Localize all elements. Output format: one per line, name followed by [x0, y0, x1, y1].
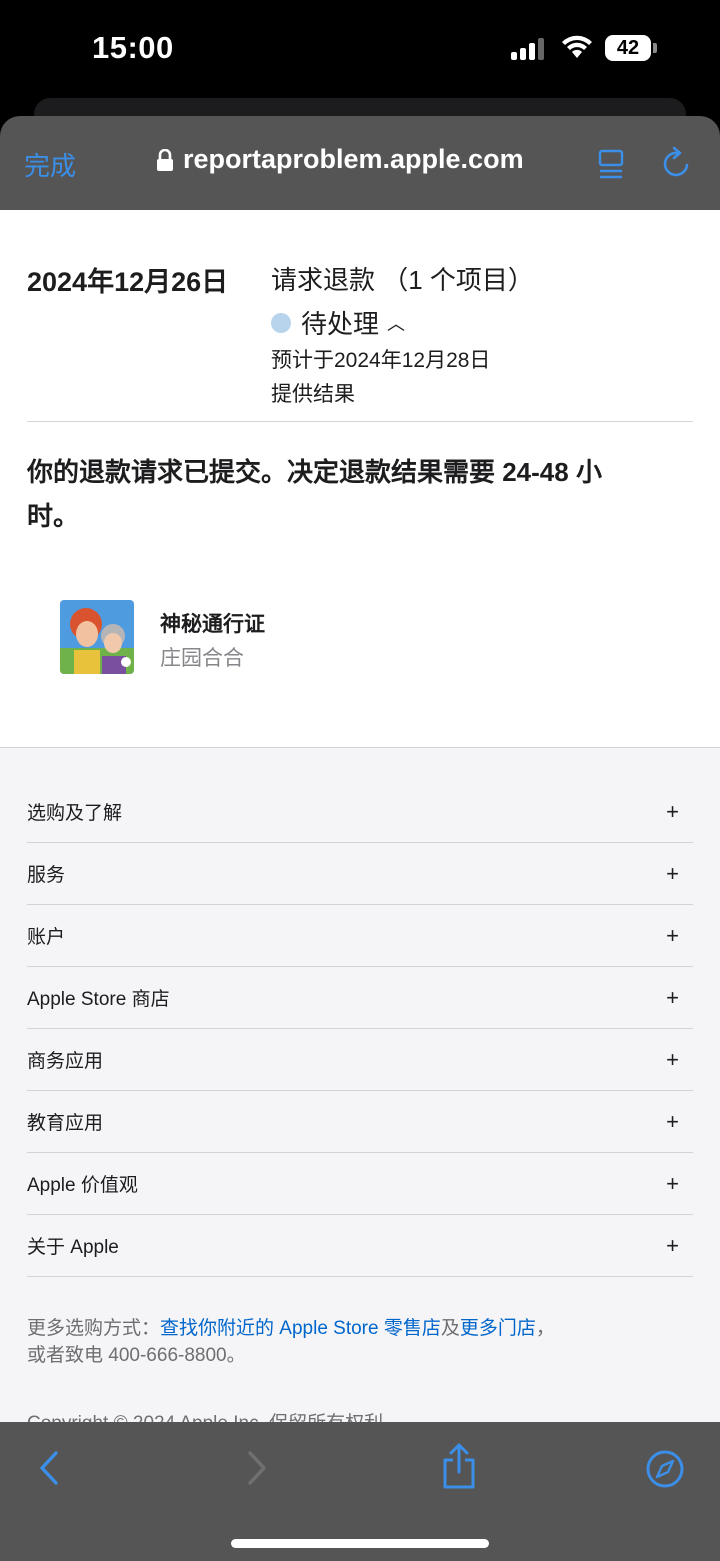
footer-nav-label: 选购及了解: [27, 803, 123, 824]
site-footer: 选购及了解 + 服务 + 账户 + Apple Store 商店 + 商务应用 + 教育应…: [0, 747, 720, 1422]
footer-nav-item[interactable]: 服务 +: [27, 843, 693, 905]
copyright: Copyright © 2024 Apple Inc. 保留所有权利。: [27, 1408, 402, 1422]
footer-nav-label: 账户: [27, 927, 66, 948]
refund-message: 你的退款请求已提交。决定退款结果需要 24-48 小时。: [27, 457, 602, 531]
footer-nav-item[interactable]: 选购及了解 +: [27, 781, 693, 843]
address-bar[interactable]: reportaproblem.apple.com: [156, 144, 524, 175]
forward-icon[interactable]: [244, 1450, 270, 1486]
page-content: 2024年12月26日 请求退款 （1 个项目） 待处理 ︿ 预计于2024年1…: [0, 210, 720, 1422]
reload-icon[interactable]: [660, 146, 694, 180]
more-stores-link[interactable]: 更多门店: [460, 1318, 536, 1339]
order-date: 2024年12月26日: [27, 267, 229, 297]
expected-result: 提供结果: [271, 383, 355, 406]
item-app-name: 庄园合合: [160, 647, 244, 670]
plus-icon: +: [666, 1046, 679, 1072]
footer-nav-item[interactable]: 教育应用 +: [27, 1091, 693, 1153]
status-time: 15:00: [92, 30, 174, 65]
more-suffix: ，: [535, 1318, 555, 1339]
plus-icon: +: [666, 860, 679, 886]
plus-icon: +: [666, 984, 679, 1010]
phone-line: 或者致电 400-666-8800。: [27, 1345, 246, 1366]
battery-tip: [653, 43, 657, 53]
footer-nav-item[interactable]: Apple Store 商店 +: [27, 967, 693, 1029]
home-indicator[interactable]: [231, 1539, 489, 1548]
footer-nav-item[interactable]: Apple 价值观 +: [27, 1153, 693, 1215]
plus-icon: +: [666, 1170, 679, 1196]
battery-icon: 42: [605, 35, 651, 61]
chevron-up-icon: ︿: [387, 313, 406, 334]
find-store-link[interactable]: 查找你附近的 Apple Store 零售店: [160, 1318, 441, 1339]
plus-icon: +: [666, 1232, 679, 1258]
footer-nav-label: 商务应用: [27, 1051, 104, 1072]
footer-nav: 选购及了解 + 服务 + 账户 + Apple Store 商店 + 商务应用 + 教育应…: [27, 781, 693, 1277]
item-name: 神秘通行证: [160, 613, 265, 636]
footer-nav-label: Apple 价值观: [27, 1175, 138, 1196]
footer-nav-label: 关于 Apple: [27, 1237, 119, 1258]
status-badge: 待处理: [301, 309, 380, 339]
order-title: 请求退款 （1 个项目）: [271, 265, 534, 295]
app-icon: [60, 600, 134, 674]
cellular-signal-icon: [511, 38, 547, 60]
footer-nav-item[interactable]: 商务应用 +: [27, 1029, 693, 1091]
footer-nav-item[interactable]: 账户 +: [27, 905, 693, 967]
url-text: reportaproblem.apple.com: [183, 144, 524, 174]
status-bar: 15:00 42: [0, 0, 720, 100]
plus-icon: +: [666, 1108, 679, 1134]
expected-date: 预计于2024年12月28日: [271, 349, 491, 372]
back-icon[interactable]: [36, 1450, 62, 1486]
more-prefix: 更多选购方式：: [27, 1318, 161, 1339]
footer-nav-label: 服务: [27, 865, 66, 886]
status-toggle[interactable]: 待处理 ︿: [271, 304, 405, 341]
more-mid: 及: [440, 1318, 460, 1339]
compass-icon[interactable]: [645, 1449, 685, 1489]
more-ways-to-shop: 更多选购方式：查找你附近的 Apple Store 零售店及更多门店， 或者致电…: [27, 1315, 555, 1369]
footer-nav-label: 教育应用: [27, 1113, 104, 1134]
footer-nav-label: Apple Store 商店: [27, 989, 170, 1010]
status-dot-icon: [271, 312, 291, 333]
divider: [27, 421, 693, 422]
share-icon[interactable]: [440, 1442, 478, 1490]
wifi-icon: [562, 35, 592, 58]
lock-icon: [157, 148, 173, 171]
done-button[interactable]: 完成: [24, 146, 76, 183]
plus-icon: +: [666, 922, 679, 948]
reader-icon[interactable]: [596, 148, 628, 180]
plus-icon: +: [666, 798, 679, 824]
footer-nav-item[interactable]: 关于 Apple +: [27, 1215, 693, 1277]
browser-header: 完成 reportaproblem.apple.com: [0, 116, 720, 210]
